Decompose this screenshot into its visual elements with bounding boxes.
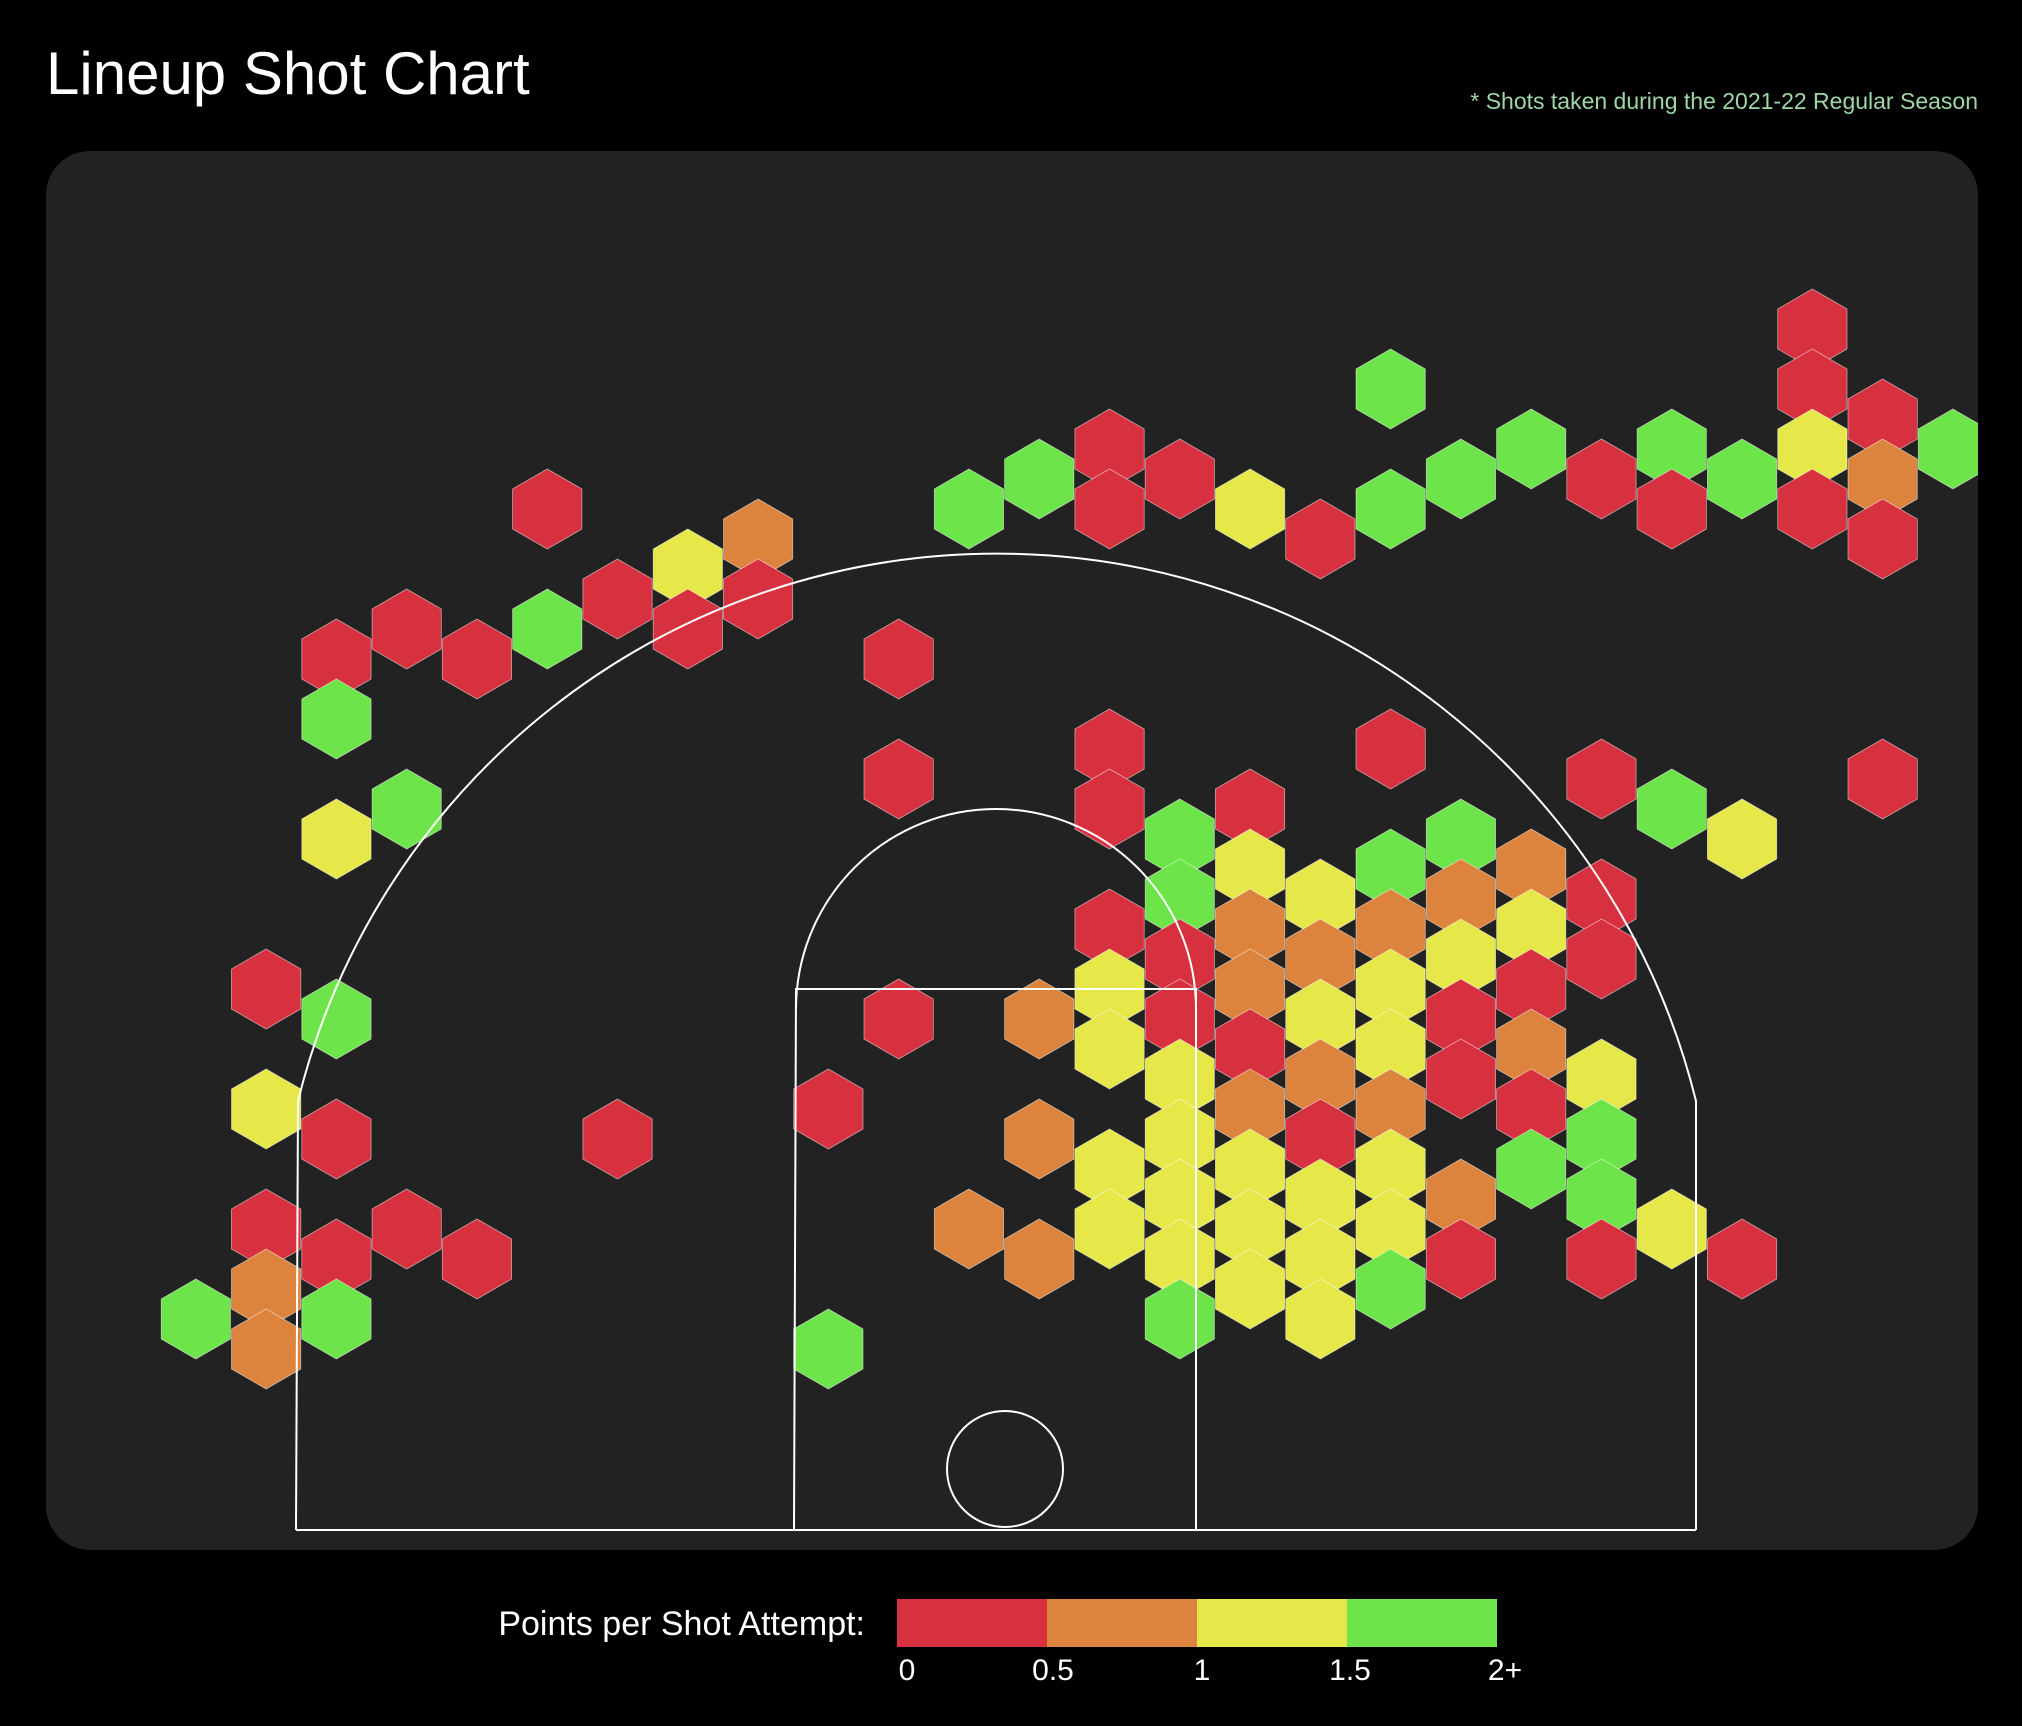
legend-swatch-0 bbox=[897, 1599, 1047, 1647]
hex-bin bbox=[1355, 708, 1426, 790]
hex-bin bbox=[1425, 1038, 1496, 1120]
hex-bin bbox=[231, 948, 302, 1030]
hex-bin bbox=[582, 558, 653, 640]
legend-tick-3: 1.5 bbox=[1329, 1654, 1371, 1687]
hex-layer bbox=[160, 288, 1978, 1390]
hex-bin bbox=[1285, 498, 1356, 580]
hex-bin bbox=[301, 798, 372, 880]
legend-swatch-3 bbox=[1347, 1599, 1497, 1647]
hex-bin bbox=[582, 1098, 653, 1180]
hex-bin bbox=[1636, 468, 1707, 550]
hex-bin bbox=[1215, 468, 1286, 550]
legend-tick-4: 2+ bbox=[1487, 1654, 1523, 1687]
hex-bin bbox=[1847, 498, 1918, 580]
hex-bin bbox=[1496, 408, 1567, 490]
hex-bin bbox=[160, 1278, 231, 1360]
hex-bin bbox=[1707, 1218, 1778, 1300]
hex-bin bbox=[301, 978, 372, 1060]
hex-bin bbox=[1285, 1278, 1356, 1360]
hex-bin bbox=[1355, 348, 1426, 430]
legend-swatch-1 bbox=[1047, 1599, 1197, 1647]
hex-bin bbox=[1004, 1218, 1075, 1300]
hex-bin bbox=[301, 1098, 372, 1180]
hex-bin bbox=[441, 1218, 513, 1300]
hex-bin bbox=[1566, 918, 1637, 1000]
hex-bin bbox=[1004, 1098, 1075, 1180]
hex-bin bbox=[1707, 438, 1778, 520]
hex-bin bbox=[371, 588, 442, 670]
hex-bin bbox=[1566, 438, 1637, 520]
hex-bin bbox=[371, 768, 442, 850]
hex-bin bbox=[1004, 438, 1075, 520]
chart-title: Lineup Shot Chart bbox=[46, 40, 530, 107]
legend-colorbar bbox=[897, 1599, 1497, 1647]
court-panel bbox=[46, 151, 1978, 1550]
hex-bin bbox=[1074, 468, 1145, 550]
hex-bin bbox=[863, 738, 934, 820]
hex-bin bbox=[1636, 768, 1707, 850]
hex-bin bbox=[301, 1278, 372, 1360]
hex-bin bbox=[231, 1068, 302, 1150]
hex-bin bbox=[1496, 1128, 1567, 1210]
hex-bin bbox=[1847, 738, 1918, 820]
hex-bin bbox=[512, 588, 583, 670]
legend-label: Points per Shot Attempt: bbox=[498, 1605, 865, 1643]
legend-tick-1: 0.5 bbox=[1032, 1654, 1074, 1687]
hex-bin bbox=[652, 588, 723, 670]
hex-bin bbox=[723, 558, 794, 640]
hex-bin bbox=[1566, 1218, 1637, 1300]
hex-bin bbox=[371, 1188, 442, 1270]
hex-bin bbox=[933, 468, 1004, 550]
legend-tick-2: 1 bbox=[1193, 1654, 1211, 1687]
hex-bin bbox=[1074, 1188, 1145, 1270]
hex-bin bbox=[1144, 1278, 1215, 1360]
hex-bin bbox=[793, 1068, 864, 1150]
hex-bin bbox=[1004, 978, 1075, 1060]
hex-bin bbox=[1074, 1008, 1145, 1090]
hex-bin bbox=[1707, 798, 1778, 880]
hex-bin bbox=[441, 618, 513, 700]
shot-chart bbox=[160, 288, 1978, 1531]
hex-bin bbox=[1566, 738, 1637, 820]
legend-swatch-2 bbox=[1197, 1599, 1347, 1647]
hex-bin bbox=[863, 618, 934, 700]
hex-bin bbox=[1074, 768, 1145, 850]
season-footnote: * Shots taken during the 2021-22 Regular… bbox=[1470, 88, 1978, 114]
hex-bin bbox=[1917, 408, 1978, 490]
hex-bin bbox=[863, 978, 934, 1060]
hex-bin bbox=[1355, 468, 1426, 550]
hex-bin bbox=[793, 1308, 864, 1390]
hex-bin bbox=[1215, 1248, 1286, 1330]
hex-bin bbox=[1425, 438, 1496, 520]
hex-bin bbox=[1144, 438, 1215, 520]
hex-bin bbox=[1425, 1218, 1496, 1300]
hex-bin bbox=[512, 468, 583, 550]
hex-bin bbox=[231, 1308, 302, 1390]
hex-bin bbox=[933, 1188, 1004, 1270]
hex-bin bbox=[301, 678, 372, 760]
hex-bin bbox=[1355, 1248, 1426, 1330]
legend-tick-0: 0 bbox=[898, 1654, 916, 1687]
basket-circle bbox=[946, 1410, 1064, 1528]
hex-bin bbox=[1777, 468, 1848, 550]
